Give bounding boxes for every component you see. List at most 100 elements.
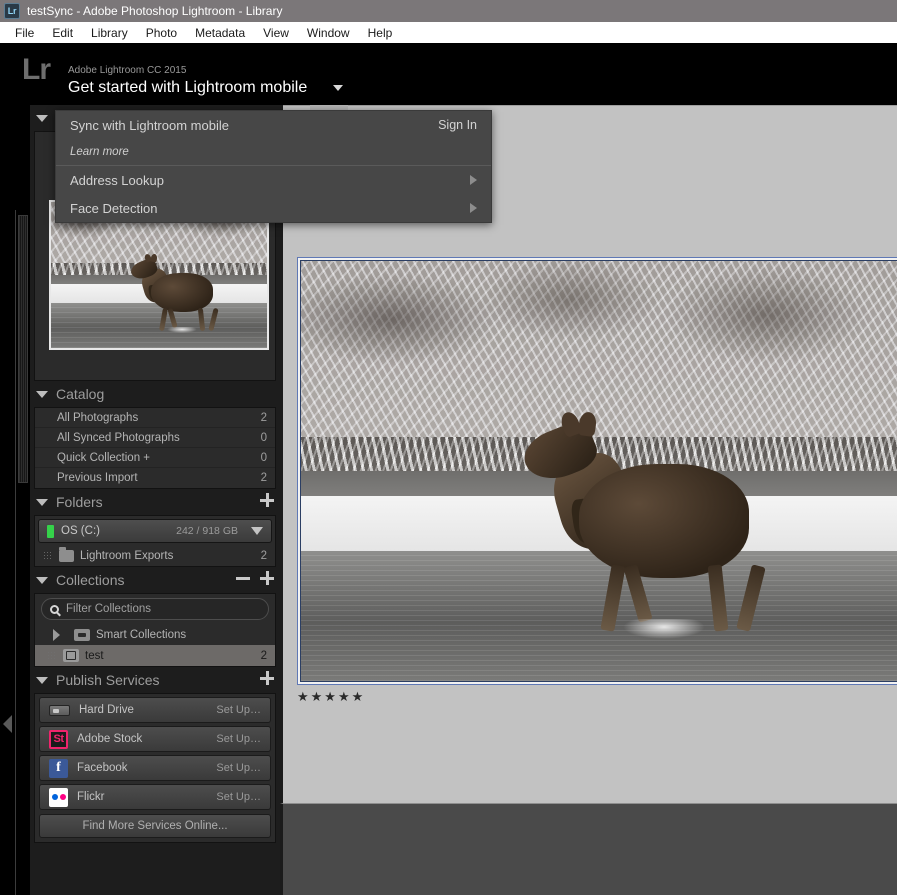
catalog-item-count: 0 (260, 451, 267, 464)
publish-service-label: Hard Drive (79, 704, 134, 716)
find-more-services-button[interactable]: Find More Services Online... (39, 814, 271, 838)
catalog-item-quick-collection[interactable]: Quick Collection + 0 (35, 448, 275, 468)
remove-collection-icon[interactable] (236, 576, 250, 580)
catalog-item-label: Quick Collection + (57, 451, 150, 464)
disclosure-triangle-icon[interactable] (36, 676, 48, 684)
search-icon (50, 604, 59, 614)
lr-app-icon: Lr (4, 3, 20, 19)
volume-name: OS (C:) (61, 525, 100, 537)
collection-count: 2 (260, 649, 267, 662)
drag-grip-icon[interactable] (43, 550, 53, 561)
drive-status-led-icon (47, 524, 54, 538)
left-panel: Catalog All Photographs 2 All Synced Pho… (0, 105, 280, 895)
publish-service-facebook[interactable]: f Facebook Set Up… (39, 755, 271, 781)
publish-service-action[interactable]: Set Up… (216, 733, 261, 745)
catalog-header-label: Catalog (56, 386, 105, 402)
folder-item-lightroom-exports[interactable]: Lightroom Exports 2 (35, 545, 275, 566)
publish-service-label: Flickr (77, 791, 105, 803)
window-title: testSync - Adobe Photoshop Lightroom - L… (27, 4, 283, 18)
hard-drive-icon (49, 704, 70, 716)
smart-collection-icon (74, 628, 90, 641)
publish-service-action[interactable]: Set Up… (216, 791, 261, 803)
catalog-item-count: 0 (260, 431, 267, 444)
publish-service-hard-drive[interactable]: Hard Drive Set Up… (39, 697, 271, 723)
disclosure-triangle-icon[interactable] (36, 390, 48, 398)
menu-file[interactable]: File (6, 24, 43, 42)
menu-edit[interactable]: Edit (43, 24, 82, 42)
publish-service-action[interactable]: Set Up… (216, 762, 261, 774)
expand-triangle-icon[interactable] (53, 628, 60, 641)
collection-label: Smart Collections (96, 628, 187, 641)
identity-subtitle: Adobe Lightroom CC 2015 (68, 65, 187, 76)
add-folder-icon[interactable] (260, 493, 274, 507)
catalog-item-all-photographs[interactable]: All Photographs 2 (35, 408, 275, 428)
left-panel-content: Catalog All Photographs 2 All Synced Pho… (30, 105, 280, 895)
collection-icon (63, 649, 79, 662)
publish-services-header-label: Publish Services (56, 672, 160, 688)
filter-collections-placeholder: Filter Collections (66, 603, 151, 615)
publish-service-label: Adobe Stock (77, 733, 143, 745)
collections-section-header[interactable]: Collections (30, 567, 280, 593)
filter-collections-input[interactable]: Filter Collections (41, 598, 269, 620)
catalog-item-label: All Synced Photographs (57, 431, 180, 444)
menu-window[interactable]: Window (298, 24, 359, 42)
menu-metadata[interactable]: Metadata (186, 24, 254, 42)
collection-label: test (85, 649, 104, 662)
lightroom-logo: Lr (22, 53, 51, 86)
sync-status-title[interactable]: Get started with Lightroom mobile (68, 79, 307, 97)
loupe-photo-frame[interactable] (297, 257, 897, 685)
collection-item-smart-collections[interactable]: Smart Collections (35, 624, 275, 645)
catalog-item-count: 2 (260, 411, 267, 424)
sync-dropdown-menu[interactable]: Sync with Lightroom mobile Sign In Learn… (55, 110, 492, 223)
menu-bar: File Edit Library Photo Metadata View Wi… (0, 22, 897, 43)
folders-list: OS (C:) 242 / 918 GB Lightroom Exports 2 (34, 515, 276, 567)
catalog-list: All Photographs 2 All Synced Photographs… (34, 407, 276, 489)
sign-in-link[interactable]: Sign In (438, 118, 477, 132)
chevron-down-icon[interactable] (333, 85, 343, 91)
adobe-stock-icon: St (49, 729, 68, 749)
menu-help[interactable]: Help (359, 24, 402, 42)
star-rating[interactable]: ★★★★★ (297, 689, 365, 705)
disclosure-triangle-icon[interactable] (36, 498, 48, 506)
submenu-arrow-icon (470, 175, 477, 185)
publish-service-adobe-stock[interactable]: St Adobe Stock Set Up… (39, 726, 271, 752)
drag-grip-icon[interactable] (47, 650, 57, 661)
loupe-photo[interactable] (300, 260, 897, 682)
catalog-item-previous-import[interactable]: Previous Import 2 (35, 468, 275, 488)
menu-view[interactable]: View (254, 24, 298, 42)
collection-item-test[interactable]: test 2 (35, 645, 275, 666)
disclosure-triangle-icon[interactable] (36, 114, 48, 122)
flickr-icon (49, 787, 68, 807)
menu-item-sync-with-lightroom-mobile[interactable]: Sync with Lightroom mobile Sign In (56, 111, 491, 139)
menu-item-address-lookup[interactable]: Address Lookup (56, 166, 491, 194)
catalog-item-all-synced-photographs[interactable]: All Synced Photographs 0 (35, 428, 275, 448)
menu-item-label: Address Lookup (70, 172, 164, 188)
learn-more-link[interactable]: Learn more (70, 146, 129, 158)
folders-section-header[interactable]: Folders (30, 489, 280, 515)
catalog-section-header[interactable]: Catalog (30, 381, 280, 407)
add-publish-service-icon[interactable] (260, 671, 274, 685)
menu-item-learn-more[interactable]: Learn more (56, 139, 491, 164)
moose-subject (517, 409, 815, 639)
filmstrip-area (280, 803, 897, 895)
add-collection-icon[interactable] (260, 571, 274, 585)
disclosure-triangle-icon[interactable] (36, 576, 48, 584)
volume-space: 242 / 918 GB (176, 525, 238, 537)
menu-item-face-detection[interactable]: Face Detection (56, 194, 491, 222)
publish-service-flickr[interactable]: Flickr Set Up… (39, 784, 271, 810)
publish-service-action[interactable]: Set Up… (216, 704, 261, 716)
submenu-arrow-icon (470, 203, 477, 213)
volume-row-os-c[interactable]: OS (C:) 242 / 918 GB (38, 519, 272, 543)
collapse-left-panel-arrow-icon[interactable] (3, 715, 12, 733)
catalog-item-label: All Photographs (57, 411, 139, 424)
catalog-item-count: 2 (260, 472, 267, 484)
publish-services-section-header[interactable]: Publish Services (30, 667, 280, 693)
left-panel-scrollbar[interactable] (18, 215, 28, 483)
catalog-item-label: Previous Import (57, 472, 138, 484)
menu-library[interactable]: Library (82, 24, 137, 42)
chevron-down-icon[interactable] (251, 527, 263, 535)
menu-photo[interactable]: Photo (137, 24, 186, 42)
panel-divider (15, 210, 16, 895)
window-titlebar: Lr testSync - Adobe Photoshop Lightroom … (0, 0, 897, 22)
menu-item-label: Face Detection (70, 200, 158, 216)
